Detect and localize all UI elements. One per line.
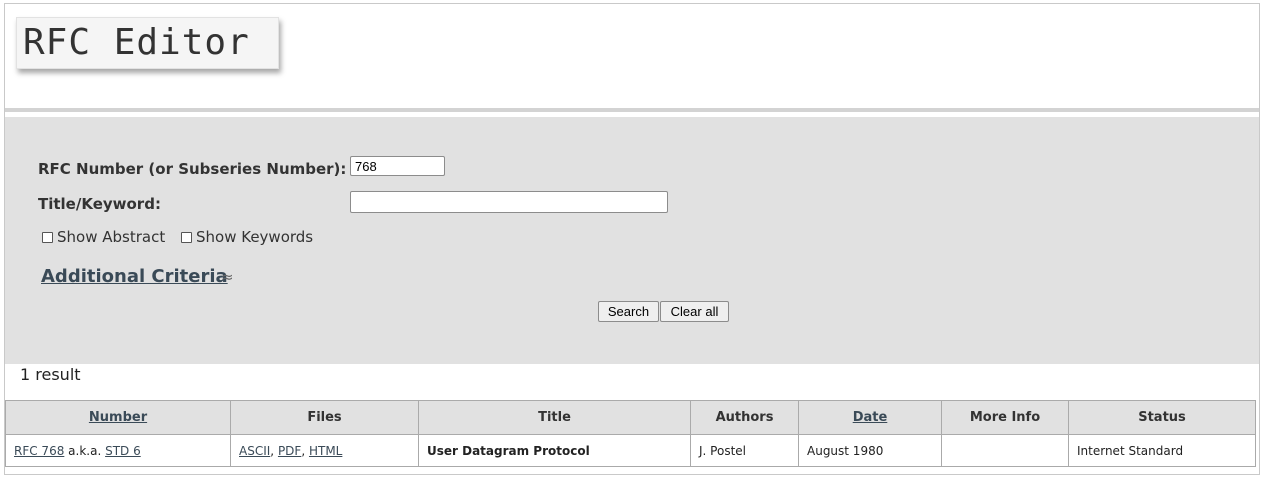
std-link[interactable]: STD 6 — [105, 444, 141, 458]
checkbox-box[interactable] — [42, 231, 53, 243]
clear-all-button[interactable]: Clear all — [660, 301, 729, 322]
pdf-file-link[interactable]: PDF — [278, 444, 301, 458]
column-header-number[interactable]: Number — [5, 400, 231, 435]
table-row: RFC 768 a.k.a. STD 6 ASCII, PDF, HTML Us… — [5, 434, 1256, 467]
cell-title: User Datagram Protocol — [418, 434, 691, 467]
cell-date: August 1980 — [798, 434, 942, 467]
header-divider — [5, 108, 1259, 112]
column-header-authors: Authors — [690, 400, 799, 435]
file-separator: , — [270, 443, 278, 458]
cell-number: RFC 768 a.k.a. STD 6 — [5, 434, 231, 467]
show-keywords-checkbox[interactable]: Show Keywords — [181, 228, 313, 246]
column-header-status: Status — [1068, 400, 1256, 435]
title-keyword-input[interactable] — [350, 191, 668, 213]
cell-status: Internet Standard — [1068, 434, 1256, 467]
search-panel: RFC Number (or Subseries Number): Title/… — [5, 117, 1259, 364]
checkbox-box[interactable] — [181, 231, 192, 243]
column-header-title: Title — [418, 400, 691, 435]
cell-authors: J. Postel — [690, 434, 799, 467]
rfc-editor-logo[interactable]: RFC Editor — [16, 17, 279, 69]
cell-files: ASCII, PDF, HTML — [230, 434, 419, 467]
title-keyword-label: Title/Keyword: — [38, 195, 161, 213]
html-file-link[interactable]: HTML — [309, 444, 342, 458]
aka-text: a.k.a. — [64, 443, 106, 458]
show-abstract-checkbox[interactable]: Show Abstract — [42, 228, 165, 246]
expand-chevron-icon[interactable]: ≈ — [221, 268, 234, 286]
file-separator: , — [301, 443, 309, 458]
show-keywords-label: Show Keywords — [196, 228, 314, 246]
ascii-file-link[interactable]: ASCII — [239, 444, 270, 458]
rfc-number-label: RFC Number (or Subseries Number): — [38, 160, 347, 178]
additional-criteria-link[interactable]: Additional Criteria — [41, 266, 228, 287]
search-button[interactable]: Search — [598, 301, 659, 322]
column-header-date[interactable]: Date — [798, 400, 942, 435]
table-header-row: Number Files Title Authors Date More Inf… — [5, 400, 1256, 435]
cell-more-info — [941, 434, 1069, 467]
sort-date-link[interactable]: Date — [853, 410, 888, 425]
column-header-files: Files — [230, 400, 419, 435]
page-frame: RFC Editor RFC Number (or Subseries Numb… — [4, 3, 1260, 475]
site-header: RFC Editor — [5, 4, 1259, 112]
show-abstract-label: Show Abstract — [57, 228, 166, 246]
rfc-link[interactable]: RFC 768 — [14, 444, 64, 458]
results-table: Number Files Title Authors Date More Inf… — [5, 400, 1256, 467]
result-count: 1 result — [20, 365, 81, 384]
sort-number-link[interactable]: Number — [89, 410, 147, 425]
rfc-number-input[interactable] — [350, 156, 445, 176]
column-header-more-info: More Info — [941, 400, 1069, 435]
